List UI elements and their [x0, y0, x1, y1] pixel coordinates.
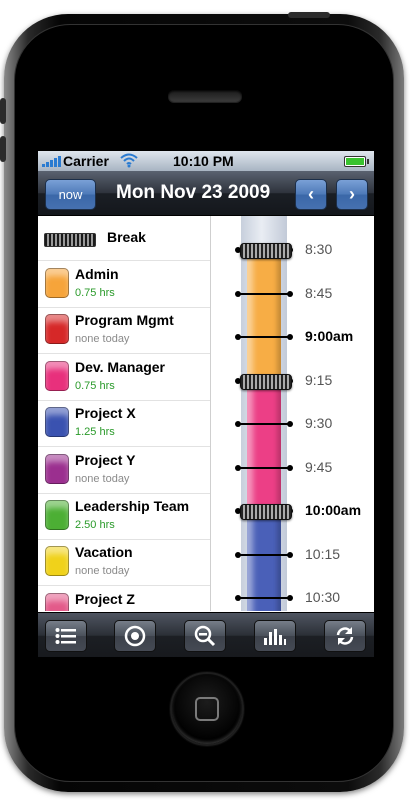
time-label: 9:30: [305, 415, 333, 431]
category-color-swatch: [45, 592, 69, 611]
category-item[interactable]: Dev. Manager 0.75 hrs: [38, 354, 210, 401]
category-name: Admin: [75, 266, 119, 282]
break-marker[interactable]: [240, 504, 292, 520]
time-tick: [235, 551, 293, 558]
break-swatch-icon: [44, 233, 96, 247]
carrier-label: Carrier: [63, 153, 109, 169]
list-icon: [55, 628, 76, 644]
break-marker[interactable]: [240, 243, 292, 259]
category-item[interactable]: Project Z: [38, 586, 210, 611]
category-hours: 0.75 hrs: [75, 379, 115, 392]
time-label: 9:00am: [305, 328, 354, 344]
category-color-swatch: [45, 314, 69, 345]
category-item[interactable]: Admin 0.75 hrs: [38, 261, 210, 308]
refresh-button[interactable]: [324, 620, 366, 652]
break-item[interactable]: Break: [38, 216, 210, 261]
category-color-swatch: [45, 453, 69, 484]
category-name: Project Z: [75, 590, 135, 607]
sleep-button: [288, 12, 330, 18]
category-hours: none today: [75, 333, 130, 346]
date-title: Mon Nov 23 2009: [116, 182, 271, 203]
category-item[interactable]: Leadership Team 2.50 hrs: [38, 493, 210, 540]
category-item[interactable]: Vacation none today: [38, 539, 210, 587]
time-tick: [235, 334, 293, 340]
category-color-swatch: [45, 407, 69, 438]
time-label: 9:15: [305, 371, 333, 388]
time-label: 8:30: [305, 241, 333, 257]
chart-icon: [264, 629, 286, 645]
category-item[interactable]: Project X 1.25 hrs: [38, 400, 210, 448]
time-segment[interactable]: [247, 380, 281, 511]
category-name: Project X: [75, 405, 136, 422]
category-color-swatch: [45, 546, 69, 577]
time-tick: [235, 290, 293, 297]
time-label: 10:30: [305, 589, 341, 605]
break-marker[interactable]: [240, 373, 292, 390]
time-label: 9:45: [305, 458, 333, 475]
status-time: 10:10 PM: [173, 153, 234, 169]
time-label: 10:15: [305, 545, 341, 562]
category-item[interactable]: Project Y none today: [38, 447, 210, 494]
zoom-out-icon: [194, 625, 216, 647]
category-name: Vacation: [75, 544, 133, 561]
category-color-swatch: [45, 500, 69, 530]
nav-bar: now Mon Nov 23 2009 ‹ ›: [38, 171, 374, 216]
category-name: Program Mgmt: [75, 312, 174, 329]
earpiece-speaker: [168, 90, 242, 102]
category-name: Dev. Manager: [75, 358, 165, 375]
category-item[interactable]: Program Mgmt none today: [38, 307, 210, 355]
refresh-icon: [336, 627, 354, 645]
chevron-left-icon: ‹: [308, 184, 314, 204]
category-name: Project Y: [75, 451, 136, 468]
time-label: 10:00am: [305, 502, 362, 518]
category-name: Leadership Team: [75, 498, 190, 514]
time-tick: [235, 595, 293, 601]
category-hours: 1.25 hrs: [75, 426, 115, 439]
time-tick: [235, 464, 293, 471]
list-button[interactable]: [45, 620, 87, 652]
chevron-right-icon: ›: [349, 184, 355, 204]
chart-button[interactable]: [254, 620, 296, 652]
status-bar: Carrier 10:10 PM: [38, 151, 374, 171]
wifi-icon: [120, 153, 138, 168]
previous-day-button[interactable]: ‹: [295, 179, 327, 210]
category-color-swatch: [45, 360, 69, 391]
category-hours: 0.75 hrs: [75, 287, 115, 299]
category-list: Break Admin 0.75 hrs Program Mgmt none toda…: [38, 216, 211, 611]
bottom-toolbar: [38, 612, 374, 657]
time-segment[interactable]: [247, 511, 281, 611]
zoom-out-button[interactable]: [184, 620, 226, 652]
volume-down-button: [0, 136, 6, 162]
target-button[interactable]: [114, 620, 156, 652]
time-label: 8:45: [305, 284, 333, 301]
time-tick: [235, 421, 293, 427]
category-hours: none today: [75, 565, 130, 578]
home-square-icon: [195, 697, 219, 721]
target-icon: [124, 625, 146, 647]
next-day-button[interactable]: ›: [336, 179, 368, 210]
battery-icon: [344, 156, 369, 167]
category-hours: 2.50 hrs: [75, 519, 115, 531]
time-segment[interactable]: [247, 250, 281, 381]
break-label: Break: [107, 229, 146, 245]
app-screen: Carrier 10:10 PM now Mon Nov 23 2009 ‹ ›…: [38, 151, 374, 657]
category-color-swatch: [45, 268, 69, 298]
home-button[interactable]: [170, 672, 244, 746]
timeline[interactable]: 8:30 8:45 9:00am 9:15 9:30 9:45 10:00am 10:15 10…: [211, 216, 374, 611]
category-hours: none today: [75, 472, 130, 485]
now-button[interactable]: now: [45, 179, 96, 210]
volume-up-button: [0, 98, 6, 124]
